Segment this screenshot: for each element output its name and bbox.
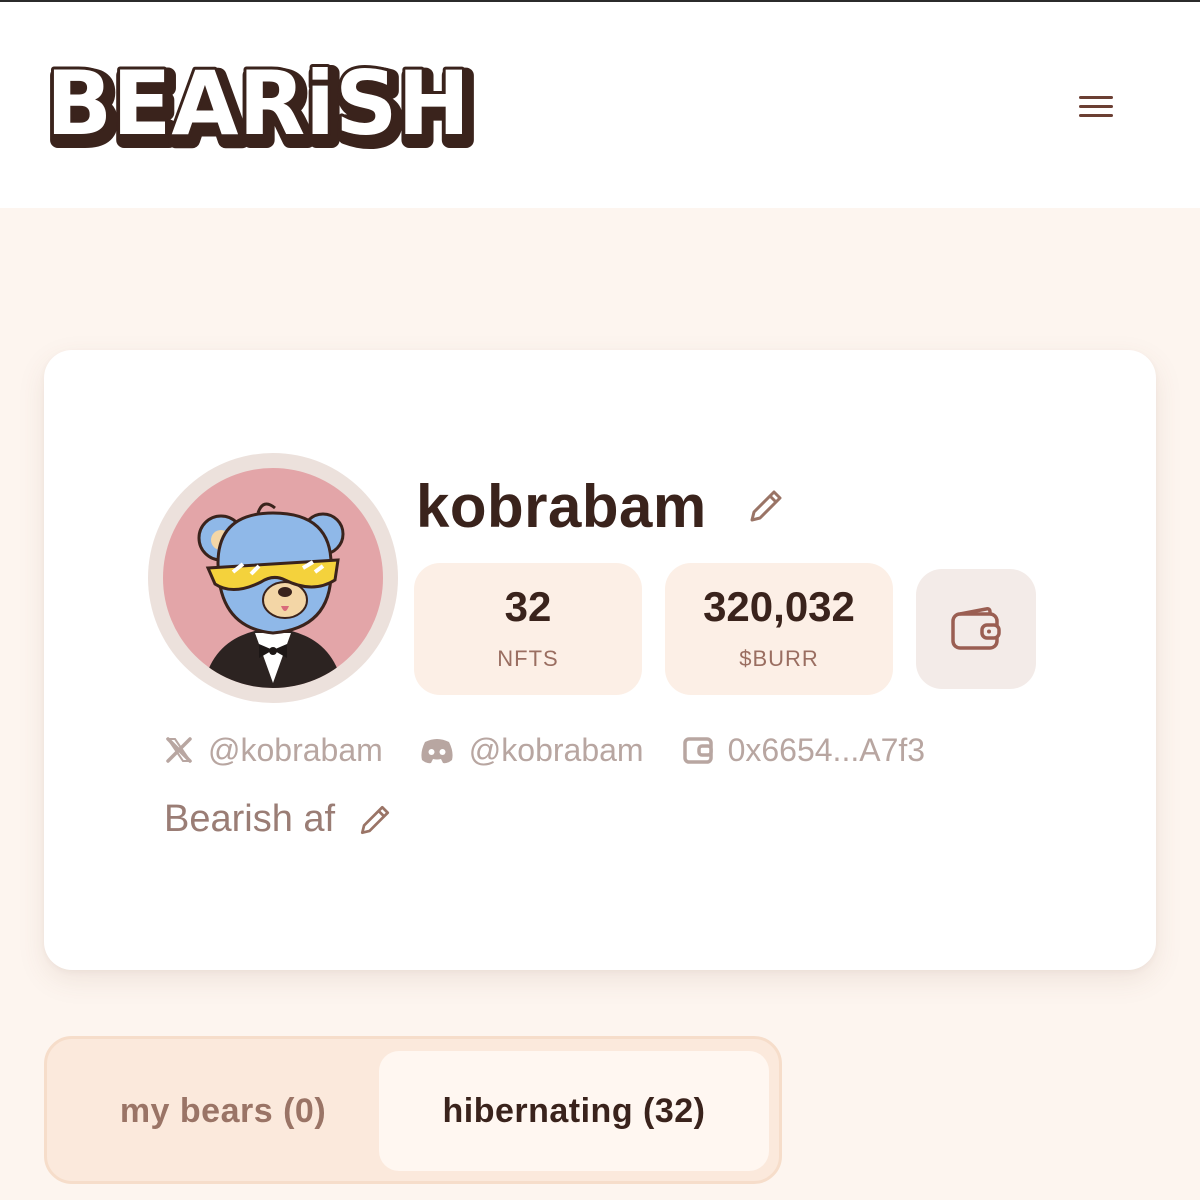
site-header: BEARiSH BEARiSH (0, 2, 1200, 208)
discord-link[interactable]: @kobrabam (419, 732, 644, 769)
edit-bio-pencil-icon[interactable] (355, 800, 395, 840)
x-logo-icon (166, 737, 192, 763)
x-link[interactable]: @kobrabam (164, 732, 383, 769)
stat-nfts-value: 32 (504, 583, 552, 630)
stat-burr-value: 320,032 (703, 583, 855, 630)
discord-handle: @kobrabam (468, 731, 644, 768)
x-handle: @kobrabam (208, 731, 383, 768)
social-links: @kobrabam @kobrabam 0x6654...A7f3 (164, 730, 925, 770)
tab-my-bears[interactable]: my bears (0) (63, 1051, 383, 1171)
bio-text: Bearish af (164, 798, 336, 840)
bear-tabs: my bears (0) hibernating (32) (44, 1036, 782, 1184)
wallet-small-icon (682, 737, 713, 764)
wallet-icon (951, 607, 1001, 650)
discord-logo-icon (421, 739, 453, 764)
bear-avatar-image (163, 468, 383, 688)
edit-username-pencil-icon[interactable] (744, 484, 788, 528)
wallet-address-link[interactable]: 0x6654...A7f3 (682, 732, 925, 769)
stat-nfts: 32 NFTS (414, 563, 642, 695)
logo-text-fill: BEARiSH (46, 56, 470, 155)
bearish-logo[interactable]: BEARiSH BEARiSH (42, 49, 484, 169)
wallet-button[interactable] (916, 569, 1036, 689)
profile-card: kobrabam 32 NFTS 320,032 $BURR @kobrabam (44, 350, 1156, 970)
username: kobrabam (416, 473, 707, 540)
hamburger-menu-icon[interactable] (1072, 88, 1120, 124)
stat-burr-label: $BURR (739, 646, 819, 671)
tab-hibernating[interactable]: hibernating (32) (379, 1051, 769, 1171)
stat-nfts-label: NFTS (497, 646, 559, 671)
stat-burr: 320,032 $BURR (665, 563, 893, 695)
avatar[interactable] (148, 453, 398, 703)
bio-row: Bearish af (164, 798, 395, 841)
wallet-address: 0x6654...A7f3 (727, 731, 926, 768)
